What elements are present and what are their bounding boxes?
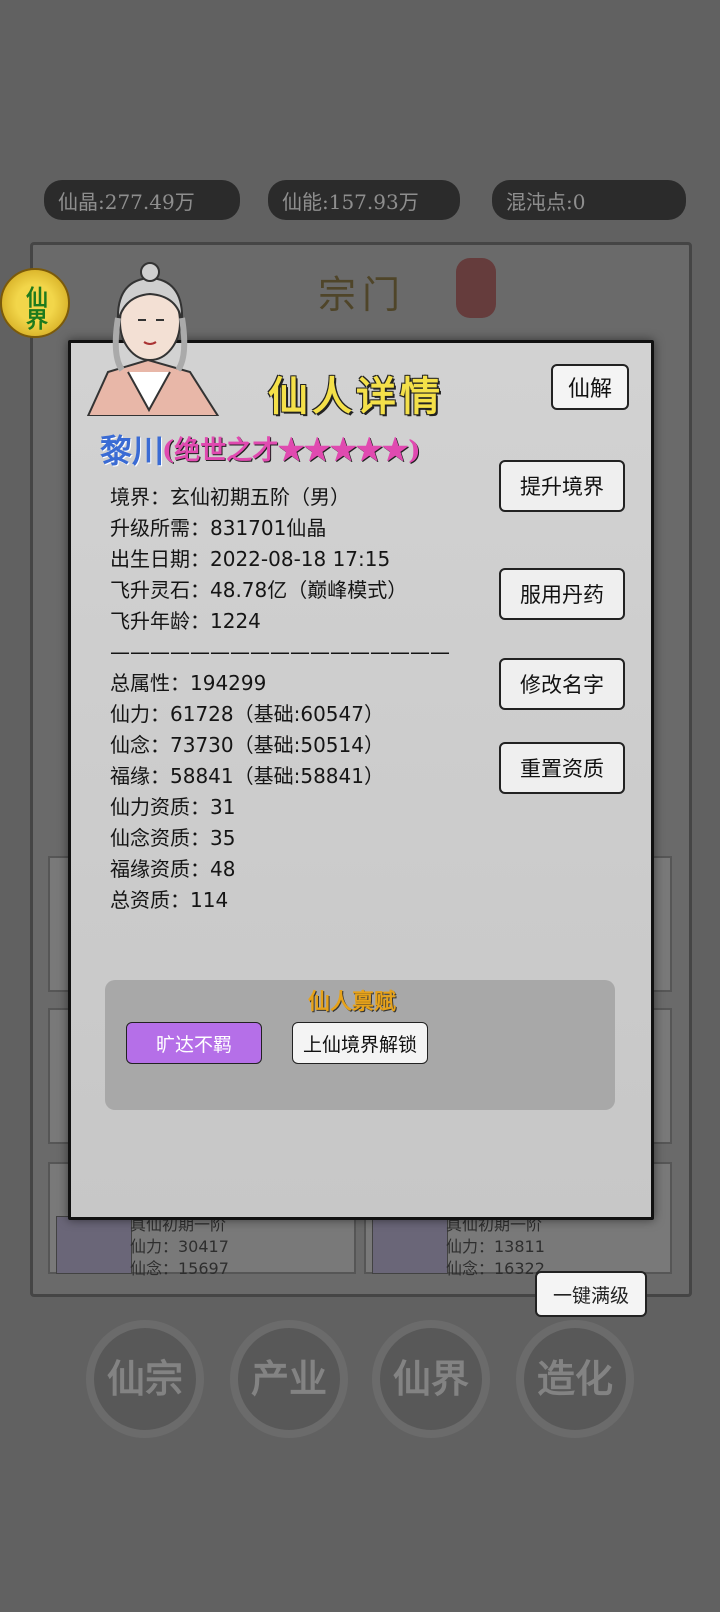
talent-title: 仙人禀赋 xyxy=(308,989,397,1015)
reset-aptitude-button[interactable]: 重置资质 xyxy=(499,742,625,794)
character-stats: 境界：玄仙初期五阶（男） 升级所需：831701仙晶 出生日期：2022-08-… xyxy=(110,482,450,916)
stat-realm: 境界：玄仙初期五阶（男） xyxy=(110,485,350,509)
xianjie-badge-button[interactable]: 仙界 xyxy=(0,268,70,338)
dismiss-immortal-button[interactable]: 仙解 xyxy=(551,364,629,410)
modal-title: 仙人详情 xyxy=(268,373,444,420)
stat-mind: 仙念：73730（基础:50514） xyxy=(110,733,384,757)
stat-upgrade-cost: 升级所需：831701仙晶 xyxy=(110,516,327,540)
stat-ascension-stone: 飞升灵石：48.78亿（巅峰模式） xyxy=(110,578,408,602)
talent-item[interactable]: 旷达不羁 xyxy=(126,1022,262,1064)
upgrade-realm-button[interactable]: 提升境界 xyxy=(499,460,625,512)
stat-total-attribute: 总属性：194299 xyxy=(110,671,267,695)
stat-fortune: 福缘：58841（基础:58841） xyxy=(110,764,384,788)
stat-power-aptitude: 仙力资质：31 xyxy=(110,795,236,819)
stat-total-aptitude: 总资质：114 xyxy=(110,888,229,912)
stat-fortune-aptitude: 福缘资质：48 xyxy=(110,857,236,881)
talent-item-locked[interactable]: 上仙境界解锁 xyxy=(292,1022,428,1064)
take-pill-button[interactable]: 服用丹药 xyxy=(499,568,625,620)
stat-mind-aptitude: 仙念资质：35 xyxy=(110,826,236,850)
character-grade: (绝世之才★★★★★) xyxy=(162,436,421,466)
stat-ascension-age: 飞升年龄：1224 xyxy=(110,609,261,633)
stats-divider: ————————————————— xyxy=(110,640,450,664)
stat-birth-date: 出生日期：2022-08-18 17:15 xyxy=(110,547,391,571)
character-portrait xyxy=(86,262,220,416)
stat-power: 仙力：61728（基础:60547） xyxy=(110,702,384,726)
character-name: 黎川 xyxy=(100,432,165,470)
max-level-button[interactable]: 一键满级 xyxy=(535,1271,647,1317)
rename-button[interactable]: 修改名字 xyxy=(499,658,625,710)
